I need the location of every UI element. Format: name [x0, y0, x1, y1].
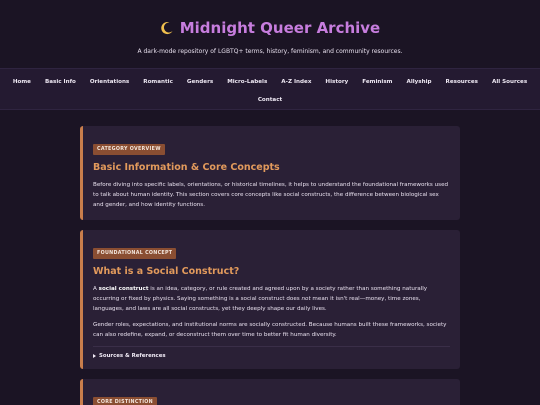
nav-link-basic-info[interactable]: Basic Info	[38, 77, 83, 87]
card-category-overview: CATEGORY OVERVIEW Basic Information & Co…	[80, 126, 460, 220]
site-title[interactable]: Midnight Queer Archive	[0, 16, 540, 40]
nav-link-allyship[interactable]: Allyship	[399, 77, 438, 87]
category-badge: CORE DISTINCTION	[93, 397, 158, 405]
nav-link-home[interactable]: Home	[6, 77, 38, 87]
nav-row-secondary: Contact	[0, 95, 540, 105]
sources-toggle[interactable]: Sources & References	[93, 353, 450, 359]
nav-link-contact[interactable]: Contact	[251, 95, 289, 105]
card-title: Basic Information & Core Concepts	[93, 162, 280, 173]
disclosure-triangle-icon	[93, 354, 96, 358]
crescent-moon-icon	[160, 21, 174, 35]
emphasis-text: not	[301, 296, 311, 302]
site-header: Midnight Queer Archive A dark-mode repos…	[0, 0, 540, 68]
sources-toggle-label: Sources & References	[99, 353, 166, 359]
nav-link-feminism[interactable]: Feminism	[355, 77, 399, 87]
category-badge: CATEGORY OVERVIEW	[93, 144, 165, 155]
nav-link-romantic[interactable]: Romantic	[136, 77, 180, 87]
nav-link-all-sources[interactable]: All Sources	[485, 77, 534, 87]
main-content: CATEGORY OVERVIEW Basic Information & Co…	[0, 110, 540, 405]
term-highlight: social construct	[98, 286, 149, 292]
nav-link-a-z-index[interactable]: A-Z Index	[274, 77, 318, 87]
card-body: Before diving into specific labels, orie…	[93, 180, 450, 210]
nav-link-micro-labels[interactable]: Micro-Labels	[220, 77, 274, 87]
card-paragraph: A social construct is an idea, category,…	[93, 284, 450, 314]
main-navigation: Home Basic Info Orientations Romantic Ge…	[0, 68, 540, 110]
category-badge: FOUNDATIONAL CONCEPT	[93, 248, 177, 259]
nav-link-history[interactable]: History	[318, 77, 355, 87]
card-paragraph: Before diving into specific labels, orie…	[93, 182, 449, 208]
nav-row-primary: Home Basic Info Orientations Romantic Ge…	[0, 77, 540, 87]
nav-link-resources[interactable]: Resources	[439, 77, 485, 87]
card-title: What is a Social Construct?	[93, 266, 240, 277]
card-paragraph: Gender roles, expectations, and institut…	[93, 322, 447, 338]
site-title-text: Midnight Queer Archive	[179, 19, 381, 37]
card-core-distinction: CORE DISTINCTION	[80, 379, 460, 405]
nav-link-orientations[interactable]: Orientations	[83, 77, 136, 87]
card-body: A social construct is an idea, category,…	[93, 284, 450, 340]
divider	[93, 346, 450, 347]
nav-link-genders[interactable]: Genders	[180, 77, 220, 87]
card-social-construct: FOUNDATIONAL CONCEPT What is a Social Co…	[80, 230, 460, 369]
site-tagline: A dark-mode repository of LGBTQ+ terms, …	[137, 48, 403, 55]
